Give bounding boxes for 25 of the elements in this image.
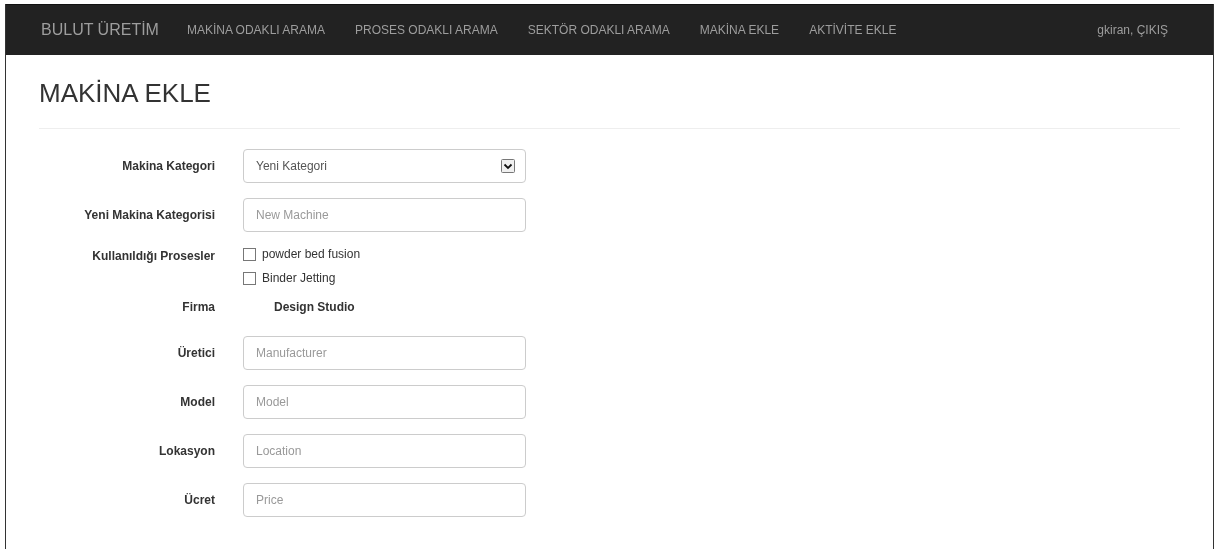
- field-label: Üretici: [176, 346, 215, 361]
- brand-link[interactable]: BULUT ÜRETİM: [41, 21, 159, 39]
- input-field[interactable]: Location: [243, 434, 526, 469]
- field-label: Firma: [181, 300, 215, 315]
- field-label: Lokasyon: [158, 444, 215, 459]
- nav-link[interactable]: PROSES ODAKLI ARAMA: [355, 23, 498, 37]
- company-name: Design Studio: [274, 300, 355, 315]
- field-label: Ücret: [183, 493, 215, 508]
- field-label: Model: [179, 395, 215, 410]
- input-field[interactable]: Model: [243, 385, 526, 420]
- nav-link[interactable]: MAKİNA EKLE: [699, 23, 780, 37]
- input-field[interactable]: Price: [243, 483, 526, 518]
- nav-link[interactable]: SEKTÖR ODAKLI ARAMA: [527, 23, 670, 37]
- nav-link[interactable]: MAKİNA ODAKLI ARAMA: [186, 23, 325, 37]
- checkbox-label: Binder Jetting: [262, 271, 336, 286]
- checkbox-label: powder bed fusion: [262, 247, 361, 262]
- field-label: Yeni Makina Kategorisi: [83, 208, 215, 223]
- page-title: MAKİNA EKLE: [39, 78, 212, 110]
- category-select[interactable]: Yeni Kategori: [243, 149, 526, 184]
- input-field[interactable]: New Machine: [243, 198, 526, 233]
- input-field[interactable]: Manufacturer: [243, 336, 526, 371]
- nav-link[interactable]: AKTİVİTE EKLE: [809, 23, 897, 37]
- logout-link[interactable]: gkiran, ÇIKIŞ: [1097, 23, 1168, 37]
- field-label: Kullanıldığı Prosesler: [91, 248, 215, 264]
- field-label: Makina Kategori: [121, 159, 215, 174]
